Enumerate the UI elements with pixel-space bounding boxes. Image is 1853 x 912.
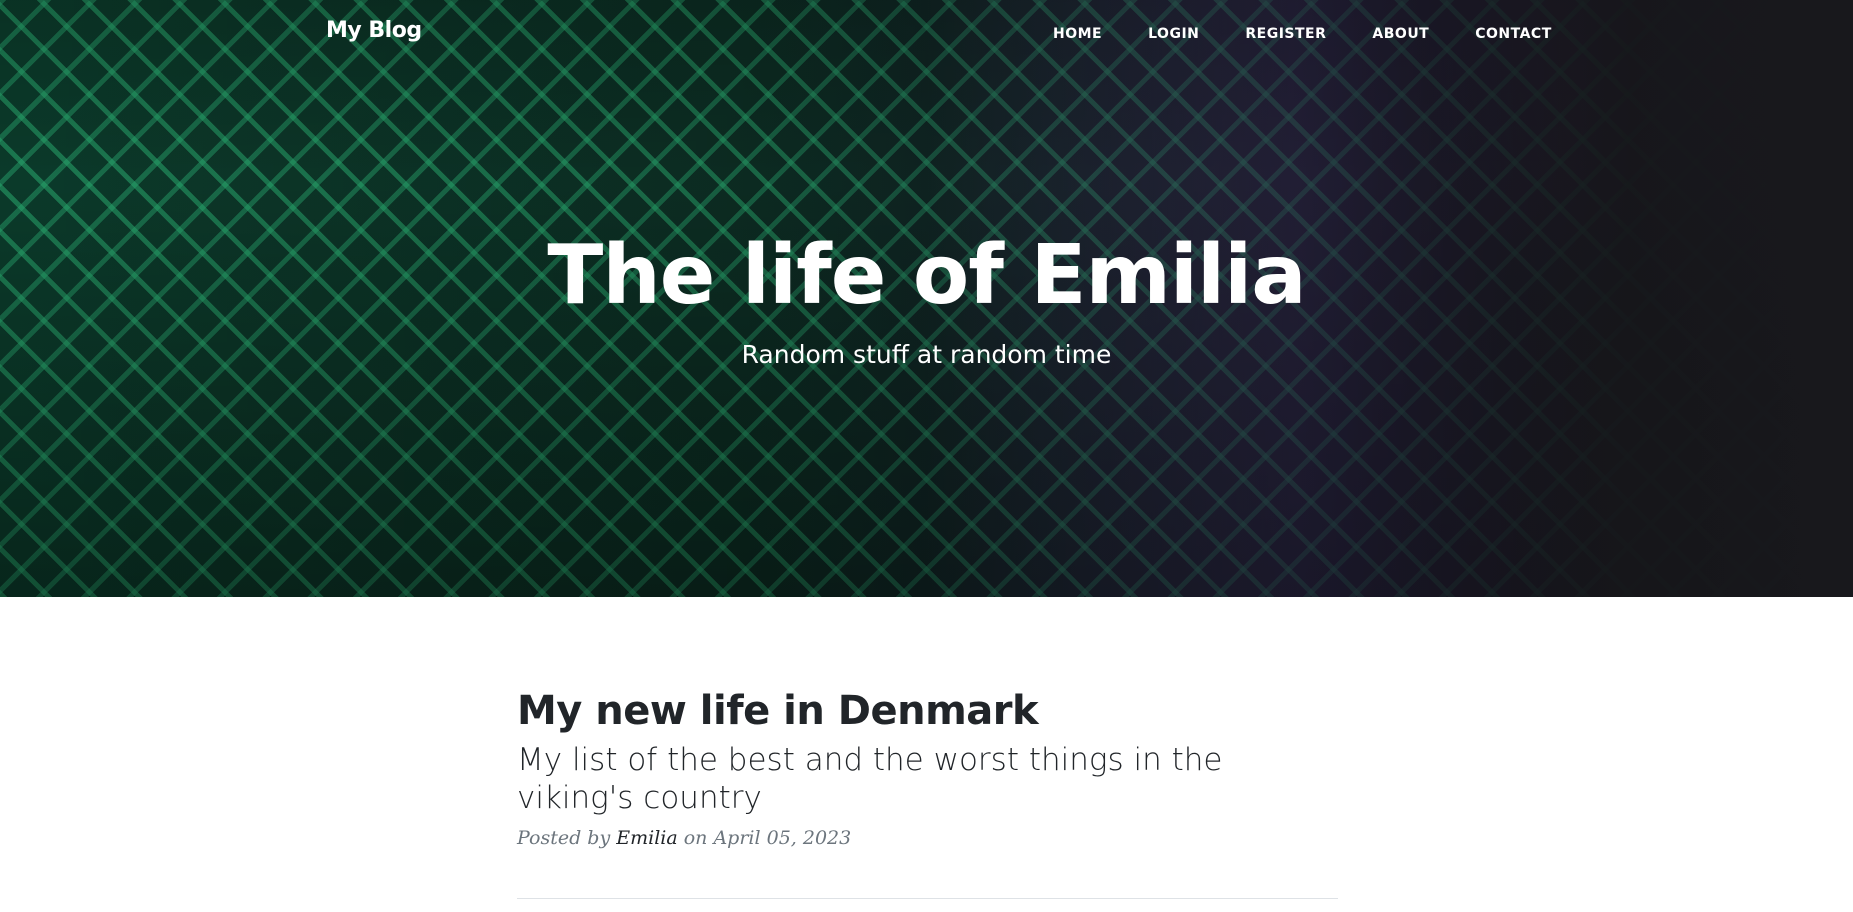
nav-register-link[interactable]: REGISTER [1245,26,1326,42]
main-nav: HOME LOGIN REGISTER ABOUT CONTACT [1053,26,1552,42]
page-title: The life of Emilia [547,228,1306,323]
post-author-link[interactable]: Emilia [616,827,677,849]
nav-login-link[interactable]: LOGIN [1148,26,1199,42]
post-meta: Posted by Emilia on April 05, 2023 [517,827,1338,849]
page-subtitle: Random stuff at random time [741,340,1112,369]
post-preview[interactable]: My new life in Denmark My list of the be… [517,683,1338,868]
post-title[interactable]: My new life in Denmark [517,683,1338,739]
post-subtitle[interactable]: My list of the best and the worst things… [517,741,1277,817]
nav-home-link[interactable]: HOME [1053,26,1102,42]
post-meta-prefix: Posted by [517,827,611,849]
hero-header: My Blog HOME LOGIN REGISTER ABOUT CONTAC… [0,0,1853,597]
post-meta-date: on April 05, 2023 [683,827,852,849]
brand-link[interactable]: My Blog [326,18,422,43]
post-divider [517,898,1338,899]
nav-about-link[interactable]: ABOUT [1372,26,1429,42]
nav-contact-link[interactable]: CONTACT [1475,26,1552,42]
